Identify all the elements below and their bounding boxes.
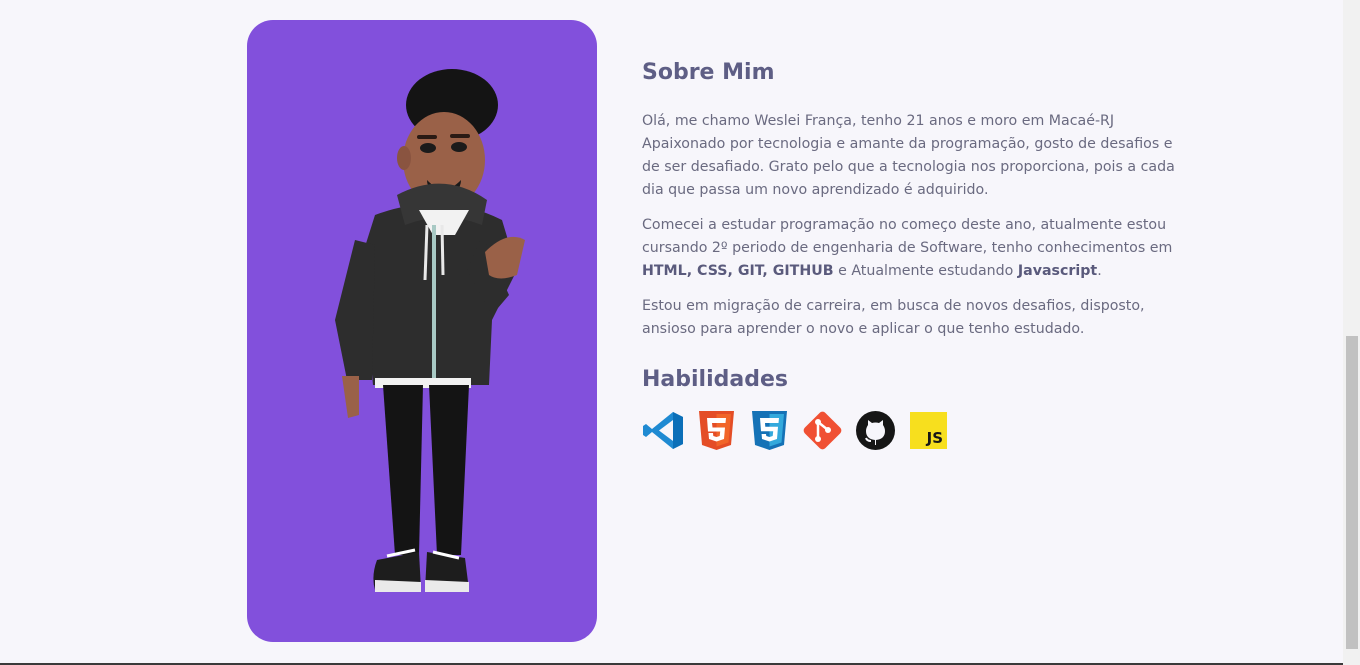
studying-skill-text: Javascript bbox=[1017, 263, 1098, 279]
javascript-icon: JS bbox=[907, 409, 950, 452]
about-paragraph-3: Estou em migração de carreira, em busca … bbox=[642, 298, 1145, 337]
about-paragraph-2-intro: Comecei a estudar programação no começo … bbox=[642, 217, 1173, 256]
html5-icon bbox=[695, 409, 738, 452]
about-paragraph-2-end: . bbox=[1097, 263, 1102, 279]
about-paragraph-1: Olá, me chamo Weslei França, tenho 21 an… bbox=[642, 110, 1182, 202]
known-skills-text: HTML, CSS, GIT, GITHUB bbox=[642, 263, 834, 279]
avatar-illustration bbox=[335, 69, 525, 592]
skills-list: JS bbox=[642, 409, 1182, 452]
scrollbar-track[interactable] bbox=[1343, 0, 1360, 665]
javascript-icon-label: JS bbox=[926, 429, 943, 447]
about-section: Sobre Mim Olá, me chamo Weslei França, t… bbox=[642, 58, 1182, 452]
about-title: Sobre Mim bbox=[642, 60, 775, 85]
css3-icon bbox=[748, 409, 791, 452]
about-paragraph-1-line-1: Olá, me chamo Weslei França, tenho 21 an… bbox=[642, 113, 1115, 129]
skills-title: Habilidades bbox=[642, 367, 788, 392]
github-icon bbox=[854, 409, 897, 452]
about-paragraph-2: Comecei a estudar programação no começo … bbox=[642, 214, 1182, 283]
scrollbar-thumb[interactable] bbox=[1346, 336, 1358, 649]
vscode-icon bbox=[642, 409, 685, 452]
about-paragraph-1-line-2: Apaixonado por tecnologia e amante da pr… bbox=[642, 136, 1175, 198]
avatar-card bbox=[247, 20, 597, 642]
git-icon bbox=[801, 409, 844, 452]
about-paragraph-2-mid: e Atualmente estudando bbox=[838, 263, 1014, 279]
